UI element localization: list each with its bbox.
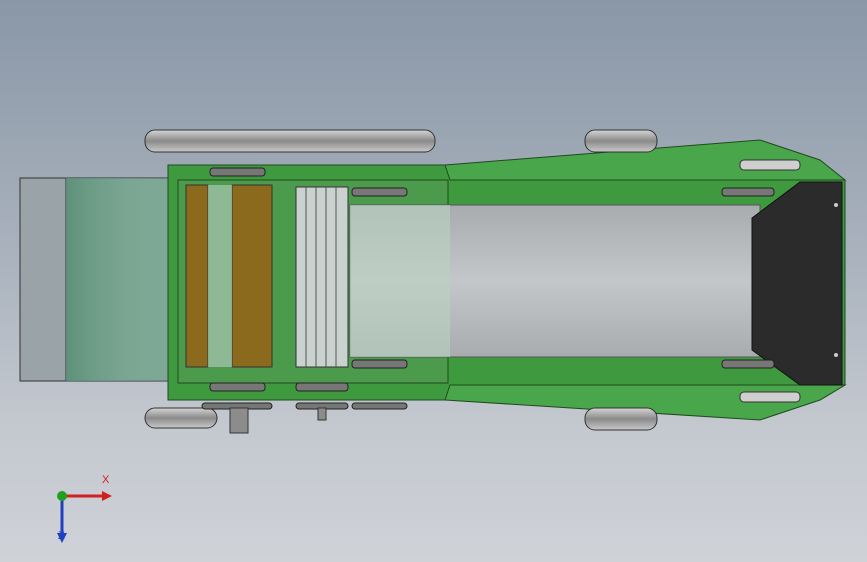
feed-box (19, 177, 73, 382)
x-axis-label: X (102, 474, 110, 486)
bolt-icon (834, 353, 838, 357)
cad-viewport[interactable]: X Z (0, 0, 867, 562)
bottom-right-wheel (584, 407, 658, 431)
hopper-shade (66, 178, 172, 381)
bolt-icon (834, 203, 838, 207)
bottom-left-wheel (144, 407, 218, 429)
top-right-wheel (584, 129, 658, 153)
axle-shaft (229, 407, 249, 434)
z-axis-label: Z (58, 530, 65, 542)
machine-model[interactable] (0, 0, 867, 562)
discharge-hood (751, 181, 843, 386)
tension-rod (739, 159, 801, 171)
tension-rod (739, 391, 801, 403)
belt-roller-section (350, 205, 450, 357)
axle-shaft (317, 407, 327, 421)
wood-roller (185, 184, 209, 368)
coordinate-triad: X Z (40, 474, 130, 548)
y-axis-origin (57, 491, 67, 501)
wood-roller (231, 184, 273, 368)
brush-roller (295, 186, 349, 368)
top-drive-belt (144, 129, 436, 153)
roller-gap (208, 185, 232, 367)
